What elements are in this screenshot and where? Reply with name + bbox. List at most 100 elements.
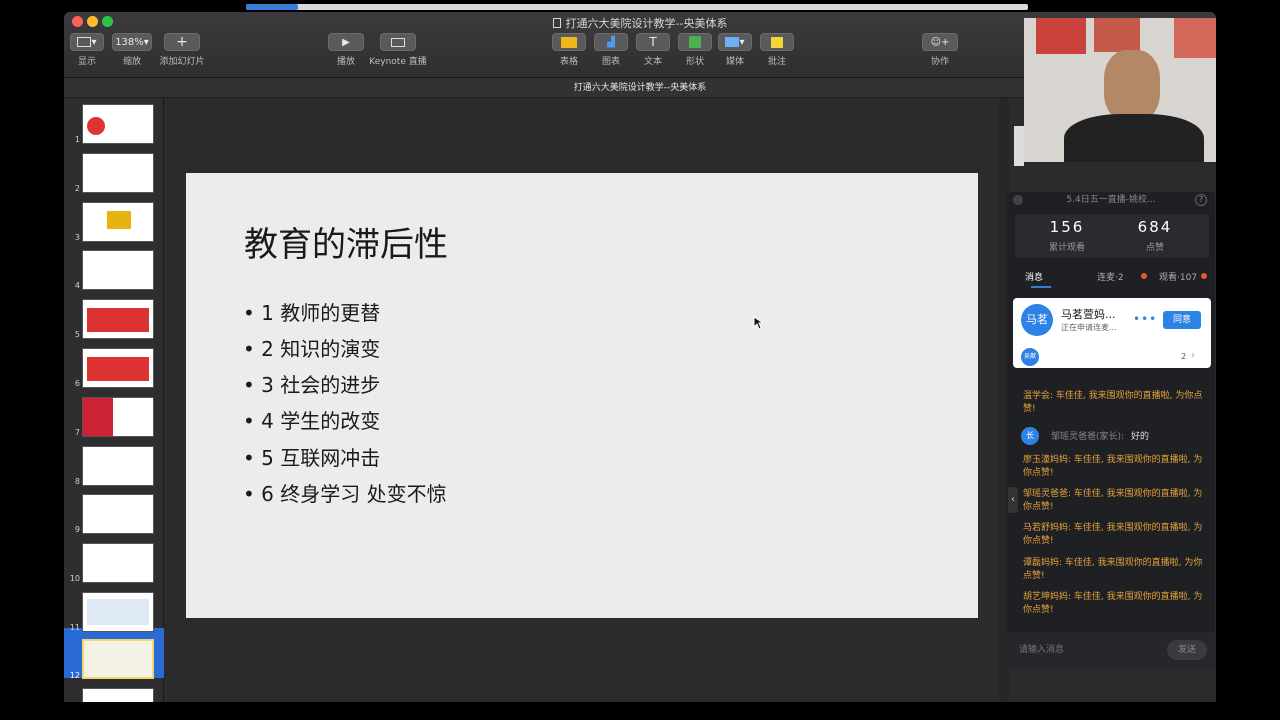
slide-bullet[interactable]: • 6 终身学习 处变不惊 (243, 478, 447, 507)
send-button[interactable]: 发送 (1167, 640, 1207, 660)
slide-number: 3 (74, 233, 80, 242)
slide-bullet[interactable]: • 2 知识的演变 (243, 333, 380, 362)
slide-number: 8 (74, 477, 80, 486)
message-input[interactable]: 请输入消息 (1019, 642, 1064, 655)
slide-thumbnail[interactable] (82, 543, 154, 583)
collaborate-button[interactable]: ☺+ (922, 33, 958, 51)
text-button[interactable]: T (636, 33, 670, 51)
chart-label: 图表 (601, 57, 620, 67)
person-add-icon: ☺+ (930, 36, 950, 48)
chat-message: 廖玉潼妈妈: 车佳佳, 我来围观你的直播啦, 为你点赞! (1023, 455, 1203, 478)
help-icon[interactable]: ? (1195, 194, 1207, 206)
views-label: 累计观看 (1048, 243, 1085, 253)
active-tab-indicator (1031, 286, 1051, 288)
agree-button[interactable]: 同意 (1163, 311, 1201, 329)
likes-count: 684 (1137, 218, 1173, 236)
comment-label: 批注 (767, 57, 786, 67)
collapse-panel-button[interactable]: ‹ (1008, 487, 1018, 513)
slide-thumbnail[interactable] (82, 348, 154, 388)
slide-bullet[interactable]: • 5 互联网冲击 (243, 442, 380, 471)
slide-number: 9 (74, 525, 80, 534)
slide[interactable]: 教育的滞后性 • 1 教师的更替 • 2 知识的演变 • 3 社会的进步 • 4… (186, 173, 978, 618)
slide-thumbnail[interactable] (82, 592, 154, 632)
table-button[interactable] (552, 33, 586, 51)
small-avatar: 吴猷 (1021, 348, 1039, 366)
add-slide-label: 添加幻灯片 (159, 57, 205, 67)
slide-thumbnail[interactable] (82, 494, 154, 534)
view-label: 显示 (77, 57, 96, 67)
keynote-live-button[interactable] (380, 33, 416, 51)
mouse-cursor-icon (753, 316, 763, 330)
play-button[interactable]: ▶ (328, 33, 364, 51)
parent-badge: 长 (1021, 427, 1039, 445)
zoom-select[interactable]: 138% ▾ (112, 33, 152, 51)
live-header: 5.4日五一直播-姚校... (1066, 195, 1156, 205)
slide-thumbnail[interactable] (82, 250, 154, 290)
chat-sender: 邹瑶灵爸爸(家长): (1051, 432, 1125, 442)
play-label: 播放 (336, 57, 355, 67)
tab-messages[interactable]: 消息 (1025, 270, 1043, 283)
slide-bullet[interactable]: • 4 学生的改变 (243, 405, 380, 434)
slide-thumbnail[interactable] (82, 446, 154, 486)
slide-bullet[interactable]: • 3 社会的进步 (243, 369, 380, 398)
live-panel: 5.4日五一直播-姚校... ? 156 累计观看 684 点赞 消息 连麦·2… (1007, 192, 1215, 668)
request-avatar: 马茗 (1021, 304, 1053, 336)
slide-title[interactable]: 教育的滞后性 (244, 217, 448, 266)
slide-number: 10 (69, 574, 80, 583)
slide-thumbnail[interactable] (82, 299, 154, 339)
slide-number: 1 (74, 135, 80, 144)
connect-request-card: 马茗 马茗萱妈... 正在申请连麦... ••• 同意 吴猷 2 › (1013, 298, 1211, 368)
tab-viewers[interactable]: 观看·107 (1159, 270, 1197, 283)
text-icon: T (649, 35, 657, 49)
slide-number: 5 (74, 330, 80, 339)
text-label: 文本 (643, 57, 662, 67)
slide-thumbnail[interactable] (82, 397, 154, 437)
slide-number: 11 (69, 623, 80, 632)
notification-dot (1141, 273, 1147, 279)
slide-thumbnail-selected[interactable] (82, 639, 154, 679)
person-head (1104, 50, 1160, 122)
slide-navigator[interactable]: 1 2 3 4 5 6 7 8 9 10 11 12 (64, 98, 164, 702)
chevron-right-icon[interactable]: › (1191, 350, 1195, 361)
tab-connect[interactable]: 连麦·2 (1097, 270, 1124, 283)
view-button[interactable]: ▾ (70, 33, 104, 51)
message-input-bar: 请输入消息 发送 (1007, 632, 1215, 668)
screen-top-progress (246, 4, 1028, 10)
photo-icon (725, 37, 740, 47)
chat-message: 马若舒妈妈: 车佳佳, 我来围观你的直播啦, 为你点赞! (1023, 523, 1203, 546)
comment-icon (771, 36, 783, 48)
views-count: 156 (1049, 218, 1085, 236)
pending-count: 2 (1181, 352, 1187, 361)
slide-thumbnail[interactable] (82, 202, 154, 242)
slide-thumbnail[interactable] (82, 153, 154, 193)
sidebar-view-icon (77, 37, 92, 47)
display-icon (391, 37, 405, 47)
partial-window (1014, 126, 1024, 166)
more-icon[interactable]: ••• (1133, 312, 1157, 326)
play-icon: ▶ (342, 36, 350, 48)
wall-picture (1036, 18, 1086, 54)
wall-picture (1094, 18, 1140, 52)
chat-reply: 好的 (1131, 432, 1150, 442)
zoom-value: 138% (115, 36, 144, 48)
slide-canvas: 教育的滞后性 • 1 教师的更替 • 2 知识的演变 • 3 社会的进步 • 4… (165, 98, 999, 702)
shape-button[interactable] (678, 33, 712, 51)
media-label: 媒体 (725, 57, 744, 67)
slide-number: 12 (69, 671, 80, 680)
collaborate-label: 协作 (930, 57, 949, 67)
media-button[interactable]: ▾ (718, 33, 752, 51)
shape-label: 形状 (685, 57, 704, 67)
chart-button[interactable]: ▟ (594, 33, 628, 51)
slide-thumbnail[interactable] (82, 688, 154, 702)
chat-message: 温学会: 车佳佳, 我来围观你的直播啦, 为你点赞! (1023, 391, 1203, 414)
slide-number: 4 (74, 281, 80, 290)
slide-thumbnail[interactable] (82, 104, 154, 144)
keynote-live-label: Keynote 直播 (369, 57, 427, 67)
comment-button[interactable] (760, 33, 794, 51)
slide-bullet[interactable]: • 1 教师的更替 (243, 297, 380, 326)
add-slide-button[interactable]: + (164, 33, 200, 51)
slide-number: 7 (74, 428, 80, 437)
live-dot-icon (1013, 195, 1023, 205)
chat-message: 胡艺坤妈妈: 车佳佳, 我来围观你的直播啦, 为你点赞! (1023, 592, 1203, 615)
likes-label: 点赞 (1145, 243, 1164, 253)
